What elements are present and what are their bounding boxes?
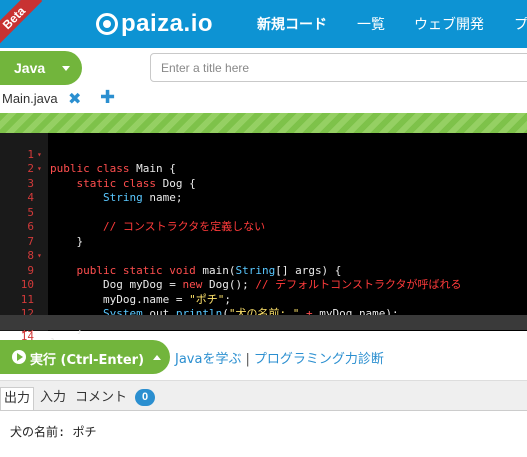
run-label: 実行 (Ctrl-Enter) xyxy=(30,353,145,368)
play-icon xyxy=(12,350,26,364)
learning-links: Javaを学ぶ | プログラミング力診断 xyxy=(175,348,384,367)
caret-up-icon[interactable] xyxy=(153,355,161,360)
code-line: 11 System.out.println("犬の名前: " + myDog.n… xyxy=(0,278,527,321)
code-line: 2 ▾ static class Dog { xyxy=(0,148,527,190)
language-select-button[interactable]: Java xyxy=(0,51,82,85)
code-line: 4 xyxy=(0,177,527,204)
nav-web-dev[interactable]: ウェブ開発 xyxy=(414,14,484,34)
output-box: 犬の名前: ポチ xyxy=(0,410,527,457)
header-bar: Beta paiza.io 新規コード 一覧 ウェブ開発 プ xyxy=(0,0,527,48)
beta-ribbon: Beta xyxy=(0,0,43,47)
skill-check-link[interactable]: プログラミング力診断 xyxy=(254,352,384,367)
close-icon[interactable]: ✖ xyxy=(68,89,81,108)
output-text: 犬の名前: ポチ xyxy=(10,425,97,439)
nav-list[interactable]: 一覧 xyxy=(357,14,385,34)
code-line: 9 Dog myDog = new Dog(); // デフォルトコンストラクタ… xyxy=(0,249,527,292)
tab-output[interactable]: 出力 xyxy=(0,387,34,411)
language-label: Java xyxy=(14,60,46,76)
run-button[interactable]: 実行 (Ctrl-Enter) xyxy=(0,340,170,374)
code-line: 1 ▾ public class Main { xyxy=(0,133,527,176)
file-tab-main-java[interactable]: Main.java xyxy=(2,91,58,106)
active-code-line[interactable]: 14 xyxy=(0,315,527,343)
code-line: 7 xyxy=(0,220,527,248)
code-line: 8 ▾ public static void main(String[] args… xyxy=(0,235,527,277)
caret-down-icon xyxy=(62,66,70,71)
paiza-logo[interactable]: paiza.io xyxy=(96,10,213,38)
code-line: 5 // コンストラクタを定義しない xyxy=(0,191,527,234)
logo-icon xyxy=(96,13,118,35)
learn-java-link[interactable]: Javaを学ぶ xyxy=(175,352,241,367)
code-line: 12 } xyxy=(0,293,527,335)
code-line: 3 String name; xyxy=(0,162,527,205)
nav-new-code[interactable]: 新規コード xyxy=(257,14,327,34)
title-input[interactable] xyxy=(150,53,527,82)
logo-text: paiza.io xyxy=(121,10,214,37)
editor-progress-stripe xyxy=(0,113,527,133)
code-line: 6 } xyxy=(0,206,527,248)
code-line: 10 myDog.name = "ポチ"; xyxy=(0,264,527,306)
comment-count-badge: 0 xyxy=(135,389,155,406)
code-editor[interactable]: 1 ▾ public class Main { 2 ▾ static class D… xyxy=(0,133,527,349)
nav-more-truncated[interactable]: プ xyxy=(514,14,527,34)
tab-input[interactable]: 入力 xyxy=(40,387,66,411)
add-file-icon[interactable]: ✚ xyxy=(100,87,115,108)
link-separator: | xyxy=(245,352,250,367)
tab-comment[interactable]: コメント xyxy=(75,387,127,411)
